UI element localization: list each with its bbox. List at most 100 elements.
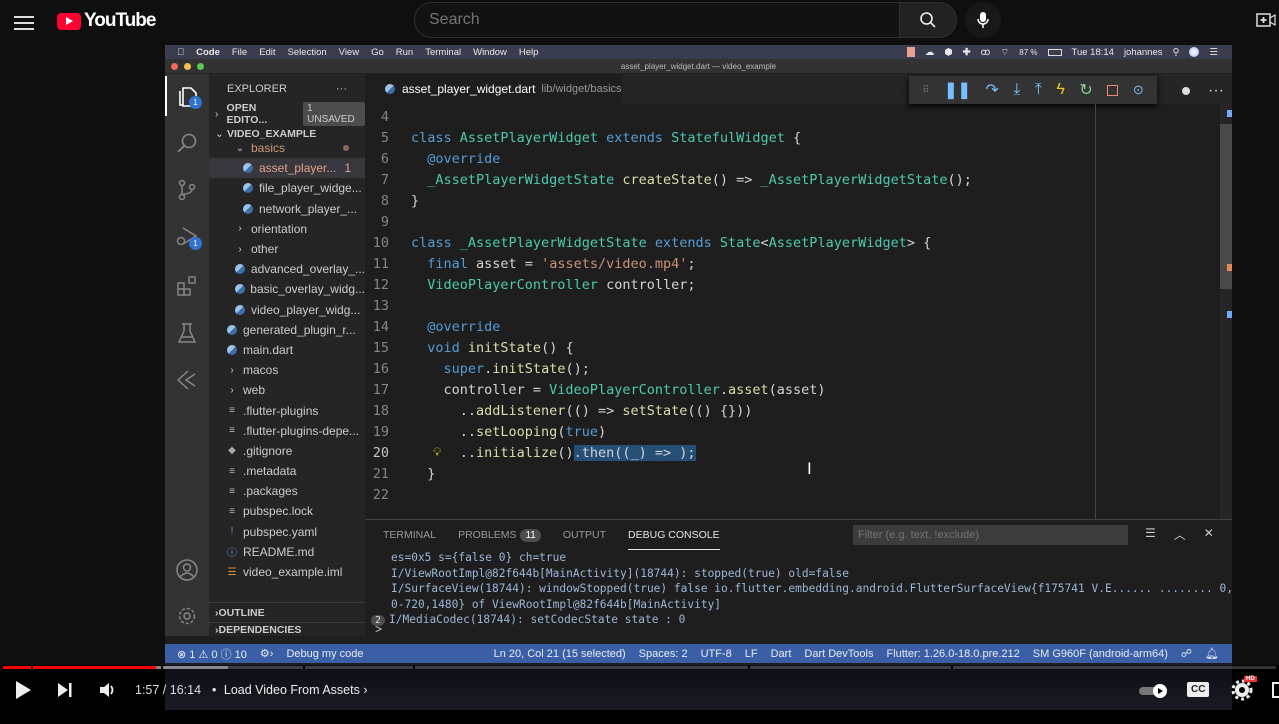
device-selector[interactable]: SM G960F (android-arm64) <box>1033 648 1168 660</box>
menu-window[interactable]: Window <box>473 47 507 58</box>
explorer-activity[interactable]: 1 <box>165 76 209 116</box>
spotlight-search-icon[interactable]: ⚲ <box>1173 47 1180 58</box>
open-editors-section[interactable]: › OPEN EDITO... 1 UNSAVED <box>209 102 365 126</box>
flutter-activity[interactable] <box>165 360 209 400</box>
tree-item[interactable]: ⓘ README.md <box>209 542 365 562</box>
user-name[interactable]: johannes <box>1124 47 1163 58</box>
tab-debug-console[interactable]: DEBUG CONSOLE <box>628 520 720 550</box>
progress-bar[interactable] <box>3 666 1276 669</box>
widget-inspector-button[interactable]: ⊙ <box>1133 82 1144 98</box>
youtube-logo[interactable]: YouTube <box>57 10 156 32</box>
indentation[interactable]: Spaces: 2 <box>639 648 688 660</box>
create-video-button[interactable] <box>1256 12 1276 28</box>
tree-item[interactable]: › other <box>209 239 365 259</box>
drag-handle-icon[interactable]: ⠿ <box>922 85 929 96</box>
hamburger-menu-icon[interactable] <box>14 12 34 32</box>
tab-problems[interactable]: PROBLEMS 11 <box>458 520 541 550</box>
tree-item[interactable]: video_player_widg... <box>209 300 365 320</box>
flutter-version[interactable]: Flutter: 1.26.0-18.0.pre.212 <box>886 648 1019 660</box>
autoplay-toggle[interactable] <box>1138 683 1170 699</box>
play-button[interactable] <box>14 680 32 700</box>
tree-item[interactable]: generated_plugin_r... <box>209 320 365 340</box>
accounts-activity[interactable] <box>165 550 209 590</box>
voice-search-button[interactable] <box>965 2 1001 38</box>
menu-edit[interactable]: Edit <box>259 47 275 58</box>
dart-devtools[interactable]: Dart DevTools <box>804 648 873 660</box>
feedback-icon[interactable]: ☍ <box>1181 647 1192 660</box>
tree-item[interactable]: advanced_overlay_... <box>209 259 365 279</box>
menu-run[interactable]: Run <box>396 47 413 58</box>
video-frame[interactable]:  Code File Edit Selection View Go Run T… <box>165 45 1232 665</box>
run-debug-activity[interactable]: 1 <box>165 217 209 257</box>
encoding[interactable]: UTF-8 <box>701 648 732 660</box>
lightbulb-quick-fix-icon[interactable]: 💡︎ <box>433 445 441 460</box>
hot-reload-button[interactable]: ϟ <box>1056 81 1064 99</box>
tree-item[interactable]: network_player_... <box>209 199 365 219</box>
tree-item[interactable]: › macos <box>209 360 365 380</box>
step-into-button[interactable]: ⤓ <box>1013 81 1020 99</box>
language-mode[interactable]: Dart <box>771 648 792 660</box>
menu-selection[interactable]: Selection <box>288 47 327 58</box>
notification-center-icon[interactable]: ☰ <box>1209 47 1218 58</box>
menu-go[interactable]: Go <box>371 47 384 58</box>
mute-button[interactable] <box>98 680 118 700</box>
debug-my-code-toggle[interactable]: Debug my code <box>286 648 363 660</box>
outline-section[interactable]: › OUTLINE <box>209 602 365 622</box>
plus-app-icon[interactable]: ✚ <box>963 47 971 58</box>
tree-item[interactable]: ☰ video_example.iml <box>209 562 365 582</box>
glasses-icon[interactable]: ꝏ <box>981 47 991 58</box>
tree-item[interactable]: ≡ .packages <box>209 481 365 501</box>
menu-file[interactable]: File <box>232 47 247 58</box>
chapter-title-button[interactable]: • Load Video From Assets › <box>212 683 368 697</box>
manage-activity[interactable] <box>165 596 209 636</box>
tree-item[interactable]: ! pubspec.yaml <box>209 522 365 542</box>
tree-item[interactable]: ⌄ basics <box>209 138 365 158</box>
apple-icon[interactable]:  <box>177 47 184 58</box>
tab-terminal[interactable]: TERMINAL <box>383 520 436 550</box>
pause-button[interactable]: ❚❚ <box>944 80 971 100</box>
debug-config-icon[interactable]: ⚙› <box>260 647 274 660</box>
tree-item[interactable]: › web <box>209 380 365 400</box>
tree-item[interactable]: ≡ .flutter-plugins-depe... <box>209 421 365 441</box>
tab-output[interactable]: OUTPUT <box>563 520 606 550</box>
menu-help[interactable]: Help <box>519 47 539 58</box>
hot-restart-button[interactable]: ↻ <box>1079 80 1092 100</box>
menu-view[interactable]: View <box>339 47 359 58</box>
testing-activity[interactable] <box>165 313 209 353</box>
maximize-panel-icon[interactable]: ︿ <box>1174 526 1186 543</box>
tree-item[interactable]: ◆ .gitignore <box>209 441 365 461</box>
stop-button[interactable] <box>1107 84 1119 96</box>
unsaved-dot-icon[interactable] <box>1182 87 1191 95</box>
dependencies-section[interactable]: › DEPENDENCIES <box>209 622 365 636</box>
console-prompt-input[interactable]: > <box>375 622 382 636</box>
editor-scrollbar[interactable] <box>1220 104 1232 519</box>
extensions-activity[interactable] <box>165 266 209 306</box>
search-button[interactable] <box>899 2 957 38</box>
tree-item[interactable]: main.dart <box>209 340 365 360</box>
close-panel-icon[interactable]: ✕ <box>1204 526 1214 543</box>
step-out-button[interactable]: ⤒ <box>1035 81 1042 99</box>
tree-item[interactable]: ≡ .metadata <box>209 461 365 481</box>
wifi-icon[interactable]: ⌔ <box>1000 47 1009 58</box>
tree-item[interactable]: ≡ .flutter-plugins <box>209 400 365 420</box>
editor-tab[interactable]: asset_player_widget.dart lib/widget/basi… <box>365 74 622 104</box>
code-editor[interactable]: 4 5 class AssetPlayerWidget extends Statef… <box>365 106 1095 505</box>
tree-item[interactable]: › orientation <box>209 219 365 239</box>
console-filter-input[interactable] <box>853 525 1128 545</box>
step-over-button[interactable]: ↷ <box>985 80 998 100</box>
problems-status[interactable]: ⊗ 1 ⚠ 0 ⓘ 10 <box>177 646 247 662</box>
more-actions-icon[interactable]: ··· <box>1208 82 1224 100</box>
end-of-line[interactable]: LF <box>745 648 758 660</box>
cloud-icon[interactable]: ☁ <box>925 47 935 58</box>
subtitles-button[interactable]: CC <box>1187 682 1210 697</box>
cursor-position[interactable]: Ln 20, Col 21 (15 selected) <box>494 648 626 660</box>
notifications-bell-icon[interactable]: 🔔︎ <box>1205 647 1219 660</box>
clear-console-icon[interactable]: ☰ <box>1145 526 1156 543</box>
recording-icon[interactable] <box>906 47 915 57</box>
dropbox-icon[interactable]: ⬢ <box>944 47 952 58</box>
siri-icon[interactable] <box>1189 47 1200 57</box>
battery-icon[interactable] <box>1047 48 1062 56</box>
tree-item[interactable]: basic_overlay_widg... <box>209 279 365 299</box>
tree-item[interactable]: file_player_widge... <box>209 178 365 198</box>
settings-button[interactable]: HD <box>1231 676 1257 701</box>
